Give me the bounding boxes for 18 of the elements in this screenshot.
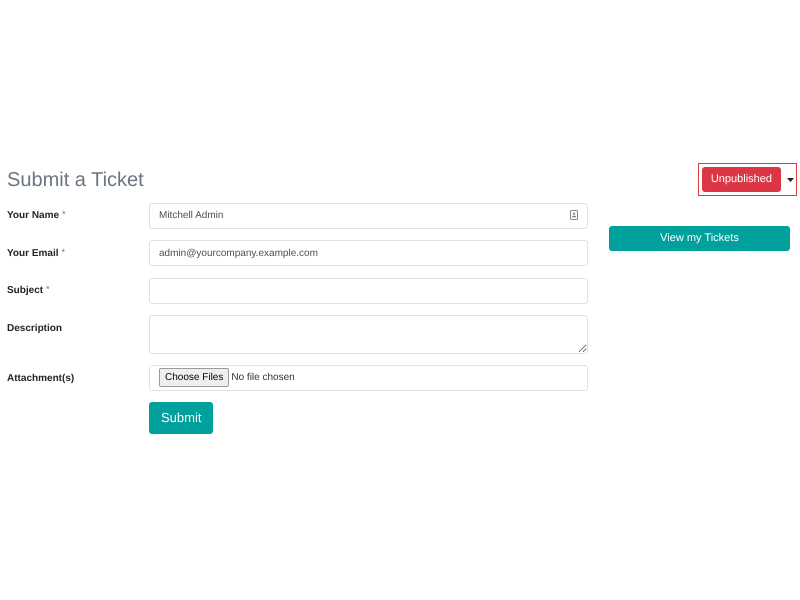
text-field[interactable] [149, 278, 588, 304]
field-label: Subject [7, 284, 44, 298]
choose-files-button[interactable]: Choose Files [159, 368, 230, 387]
required-mark: * [62, 208, 66, 221]
text-field[interactable]: Mitchell Admin [149, 202, 588, 228]
description-field[interactable] [149, 314, 588, 354]
required-mark: * [62, 246, 66, 258]
field-label: Attachment(s) [7, 372, 74, 386]
field-label: Description [7, 322, 62, 336]
file-field[interactable]: Choose Files No file chosen [149, 364, 588, 390]
caret-icon[interactable] [787, 178, 794, 182]
publish-status-button[interactable]: Unpublished [702, 167, 781, 192]
text-field[interactable]: admin@yourcompany.example.com [149, 240, 588, 266]
required-mark: * [46, 283, 50, 296]
field-label: Your Email [7, 246, 58, 260]
page-title: Submit a Ticket [7, 168, 144, 192]
field-label: Your Name [7, 209, 60, 223]
file-status-text: No file chosen [231, 371, 295, 385]
